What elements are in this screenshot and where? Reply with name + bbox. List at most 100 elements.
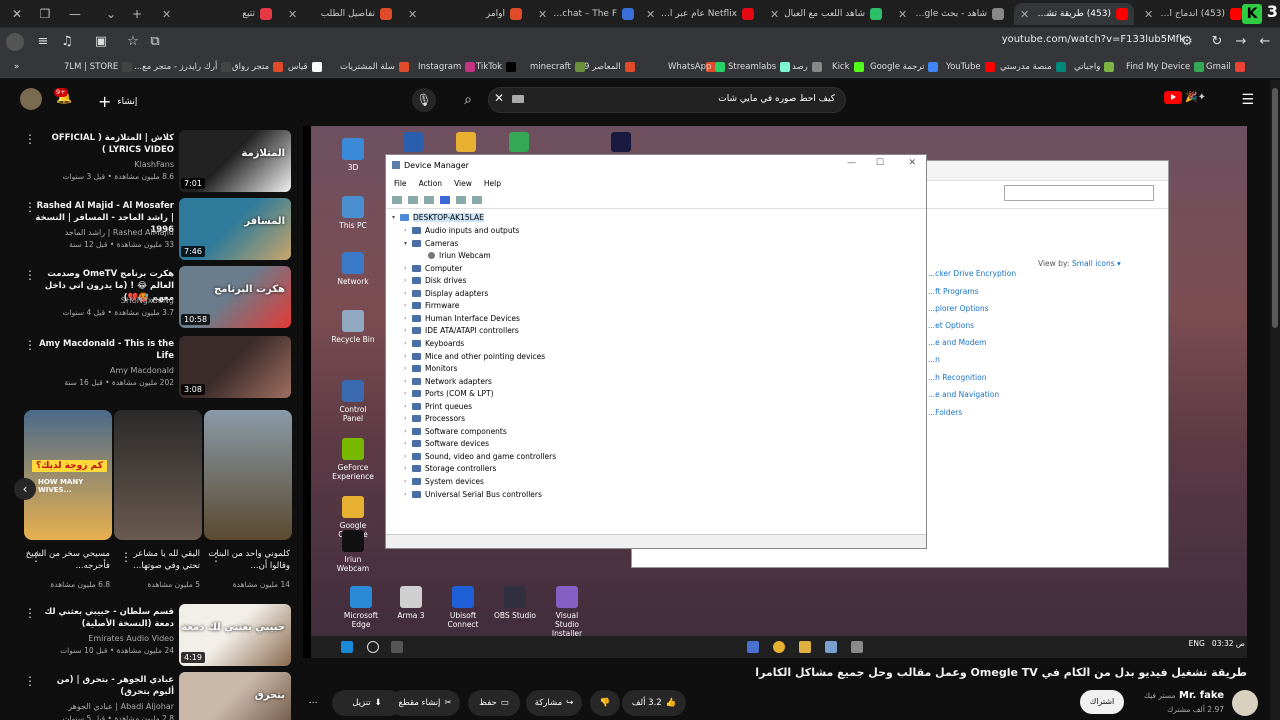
dislike-button[interactable]: 👎	[590, 690, 620, 716]
profile-avatar[interactable]	[6, 33, 24, 51]
page-scrollbar[interactable]	[1270, 80, 1280, 720]
channel-name[interactable]: Rashed AlMajid | راشد الماجد	[65, 228, 174, 237]
bookmark-item[interactable]: Instagram	[418, 60, 476, 74]
more-options-icon[interactable]: ⋮	[24, 674, 36, 688]
short-thumbnail[interactable]	[204, 410, 292, 540]
minimize-window-icon[interactable]: —	[62, 4, 88, 24]
video-title[interactable]: Amy Macdonald - This is the Life	[34, 338, 174, 362]
bookmark-item[interactable]: منصة مدرستي	[1000, 60, 1066, 74]
more-options-icon[interactable]: ⋮	[24, 606, 36, 620]
bookmark-item[interactable]: 7LM | STORE	[64, 60, 133, 74]
like-button[interactable]: 👍 3.2 ألف	[622, 690, 686, 716]
video-thumbnail[interactable]: بتحرق	[179, 672, 291, 720]
recommended-video[interactable]: حبيبي بعثني لك دمعة 4:19 قسم سلطان - حبيبي…	[0, 604, 300, 668]
video-thumbnail[interactable]: المتلازمة 7:01	[179, 130, 291, 192]
menu-icon[interactable]: ☰	[1241, 92, 1254, 108]
bookmark-item[interactable]: رصد	[792, 60, 822, 74]
site-settings-icon[interactable]: ⚙	[1178, 33, 1196, 51]
video-title[interactable]: قسم سلطان - حبيبي بعثني لك دمعة (النسخة …	[34, 606, 174, 630]
bookmark-item[interactable]: Find My Device	[1126, 60, 1205, 74]
short-more-icon[interactable]: ⋮	[30, 550, 42, 564]
video-thumbnail[interactable]: حبيبي بعثني لك دمعة 4:19	[179, 604, 291, 666]
browser-tab[interactable]: تفاصيل الطلب ✕	[282, 3, 398, 25]
extensions-icon[interactable]: ≡	[32, 33, 54, 51]
more-options-icon[interactable]: ⋮	[24, 338, 36, 352]
recommended-video[interactable]: بتحرق عبادي الجوهر - بتحرق | (من ألبوم بت…	[0, 672, 300, 720]
recommended-video[interactable]: هكرت البرنامج 10:58 هكرت برنامج OmeTV وصدم…	[0, 266, 300, 330]
tab-close-icon[interactable]: ✕	[1144, 8, 1153, 21]
bookmark-item[interactable]: سلة المشتريات	[340, 60, 409, 74]
tab-close-icon[interactable]: ✕	[538, 8, 547, 21]
bookmark-item[interactable]: TikTok	[476, 60, 517, 74]
more-actions-icon[interactable]: ⋯	[300, 690, 326, 716]
bookmarks-more-icon[interactable]: »	[14, 60, 19, 74]
browser-tab[interactable]: (453) اندماج الأرواح - ... ✕	[1138, 3, 1248, 25]
channel-name[interactable]: Amy Macdonald	[110, 366, 174, 375]
back-icon[interactable]: →	[1232, 33, 1250, 51]
youtube-logo[interactable]: 🎉✦	[1164, 91, 1206, 104]
short-more-icon[interactable]: ⋮	[210, 550, 222, 564]
more-options-icon[interactable]: ⋮	[24, 200, 36, 214]
bookmark-item[interactable]: Gmail	[1206, 60, 1245, 74]
media-icon[interactable]: ♫	[58, 33, 76, 51]
browser-tab[interactable]: (453) طريقة تشغيل... ✕	[1014, 3, 1134, 25]
recommended-video[interactable]: المتلازمة 7:01 كلاش | المتلازمة ( OFFICIAL…	[0, 130, 300, 194]
recommended-video[interactable]: 3:08 Amy Macdonald - This is the Life Amy …	[0, 336, 300, 400]
tab-close-icon[interactable]: ✕	[288, 8, 297, 21]
close-window-icon[interactable]: ✕	[4, 4, 30, 24]
keyboard-icon[interactable]	[512, 95, 524, 103]
more-options-icon[interactable]: ⋮	[24, 132, 36, 146]
browser-tab[interactable]: تتبع ✕	[156, 3, 278, 25]
clip-button[interactable]: ✂ إنشاء مقطع	[390, 690, 460, 716]
short-thumbnail[interactable]	[114, 410, 202, 540]
forward-icon[interactable]: ←	[1256, 33, 1274, 51]
share-button[interactable]: ↪ مشاركة	[526, 690, 582, 716]
tab-close-icon[interactable]: ✕	[408, 8, 417, 21]
avatar[interactable]	[20, 88, 42, 110]
create-button[interactable]: + إنشاء	[98, 92, 137, 111]
bookmark-item[interactable]: Streamlabs	[728, 60, 791, 74]
bookmark-item[interactable]: أرك رايدرز - متجر مع...	[134, 60, 232, 74]
bookmark-item[interactable]: YouTube	[946, 60, 995, 74]
open-tab-icon[interactable]: ⧉	[146, 33, 164, 51]
tab-close-icon[interactable]: ✕	[1020, 8, 1029, 21]
url-field[interactable]: youtube.com/watch?v=F133lub5Mfk	[1002, 34, 1185, 45]
browser-tab[interactable]: Minichat – The F... ✕	[532, 3, 640, 25]
more-options-icon[interactable]: ⋮	[24, 268, 36, 282]
video-title[interactable]: كلاش | المتلازمة ( OFFICIAL LYRICS VIDEO…	[34, 132, 174, 156]
bookmark-item[interactable]: ترجمة Google	[870, 60, 939, 74]
clear-search-icon[interactable]: ✕	[494, 91, 504, 105]
channel-name[interactable]: Emirates Audio Video	[88, 634, 174, 643]
search-input[interactable]: كيف احط صوره في مايي شات	[488, 87, 846, 113]
bookmark-item[interactable]: واجباتي	[1074, 60, 1115, 74]
video-title[interactable]: عبادي الجوهر - بتحرق | (من ألبوم بتحرق)	[34, 674, 174, 698]
channel-name[interactable]: Abadi Aljohar | عبادي الجوهر	[68, 702, 174, 711]
search-icon[interactable]: ⌕	[452, 88, 484, 112]
tab-close-icon[interactable]: ✕	[898, 8, 907, 21]
channel-name[interactable]: KlashFans	[134, 160, 174, 169]
browser-tab[interactable]: شاهد اللعب مع العيال ✕	[764, 3, 888, 25]
bookmark-item[interactable]: متجر رواق	[232, 60, 284, 74]
bookmark-item[interactable]: minecraft	[530, 60, 585, 74]
browser-tab[interactable]: شاهد - بحث Google ✕	[892, 3, 1010, 25]
browser-tab[interactable]: أوامر ✕	[402, 3, 528, 25]
scrollbar-thumb[interactable]	[1272, 88, 1278, 328]
video-thumbnail[interactable]: 3:08	[179, 336, 291, 398]
k-extension-icon[interactable]: K	[1242, 4, 1262, 24]
puzzle-icon[interactable]: ▣	[92, 33, 110, 51]
bookmark-item[interactable]: قياس	[288, 60, 322, 74]
bookmark-item[interactable]: المعاصر 9	[584, 60, 635, 74]
shorts-prev-button[interactable]: ‹	[14, 478, 36, 500]
tab-close-icon[interactable]: ✕	[646, 8, 655, 21]
short-thumbnail[interactable]: كم زوجة لديك؟ HOW MANY WIVES...	[24, 410, 112, 540]
restore-window-icon[interactable]: ❐	[32, 4, 58, 24]
tab-close-icon[interactable]: ✕	[770, 8, 779, 21]
video-thumbnail[interactable]: هكرت البرنامج 10:58	[179, 266, 291, 328]
recommended-video[interactable]: المسافر 7:46 Rashed Al Majid - Al Mosafer …	[0, 198, 300, 262]
short-more-icon[interactable]: ⋮	[120, 550, 132, 564]
voice-search-icon[interactable]: 🎙	[412, 88, 436, 112]
bookmark-star-icon[interactable]: ☆	[124, 33, 142, 51]
bookmark-item[interactable]: WhatsApp	[668, 60, 726, 74]
channel-name[interactable]: SHoNgxBoNg	[121, 296, 174, 305]
browser-tab[interactable]: Netflix عام عبر الإنترنت ✕	[640, 3, 760, 25]
